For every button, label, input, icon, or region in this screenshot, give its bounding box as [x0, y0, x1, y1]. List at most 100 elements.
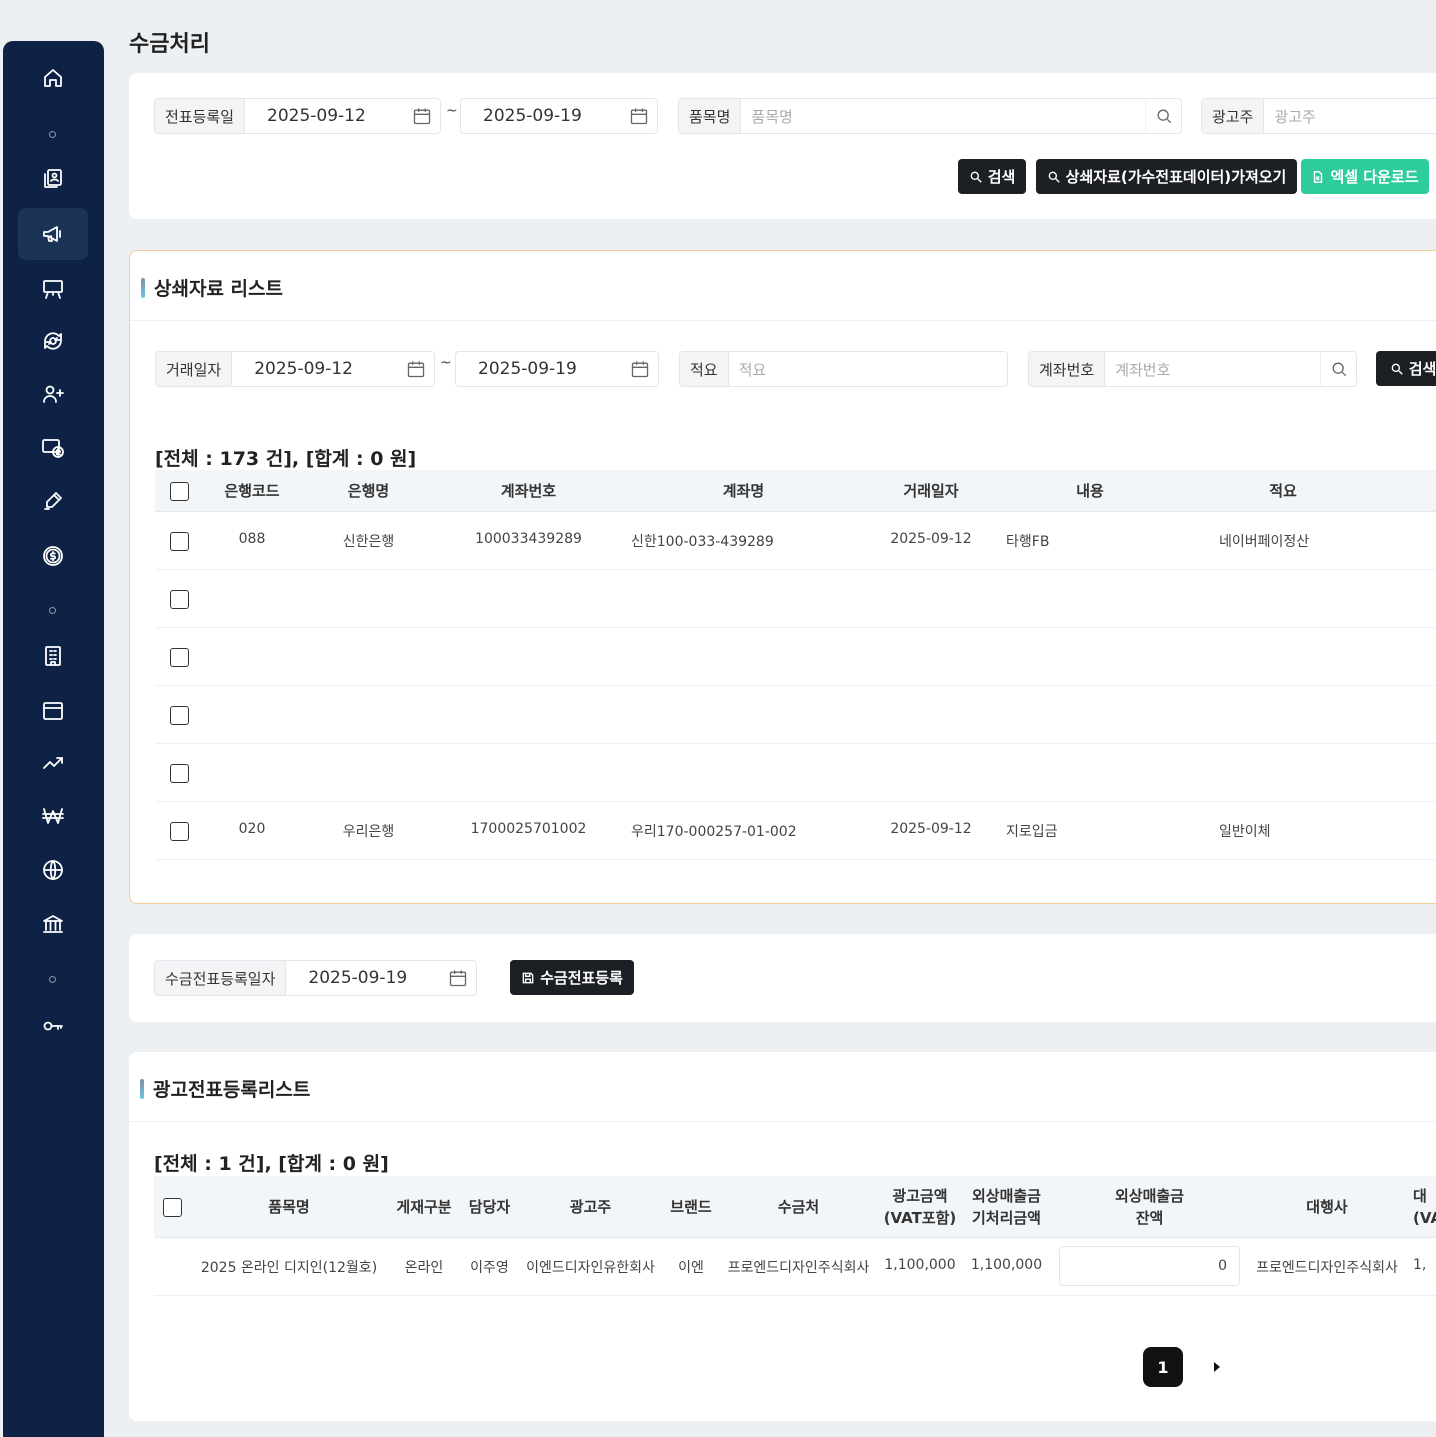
sidebar-item-globe[interactable] [18, 844, 88, 896]
pen-icon [44, 492, 62, 510]
page-title: 수금처리 [129, 32, 210, 57]
calendar-icon[interactable] [621, 99, 657, 133]
sidebar-item-bank[interactable] [18, 898, 88, 950]
file-excel-icon [1314, 170, 1323, 183]
search-icon[interactable] [1320, 352, 1356, 386]
window-icon [43, 702, 63, 720]
register-date-field[interactable]: 수금전표등록일자 2025-09-19 [154, 960, 477, 996]
search-button[interactable]: 검색 [958, 159, 1026, 194]
col-account-name: 계좌명 [722, 481, 765, 500]
easel-icon [43, 280, 63, 299]
calendar-icon[interactable] [440, 961, 476, 995]
balance-input[interactable]: 0 [1059, 1246, 1240, 1286]
cell-account-name: 우리170-000257-01-002 [631, 824, 797, 840]
contacts-icon [44, 169, 62, 188]
import-offset-data-button[interactable]: 상쇄자료(가수전표데이터)가져오기 [1036, 159, 1297, 194]
sidebar-item-contacts[interactable] [18, 153, 88, 205]
home-icon [44, 69, 62, 87]
account-no-field[interactable]: 계좌번호 계좌번호 [1028, 351, 1357, 387]
slip-date-from-value[interactable]: 2025-09-12 [245, 106, 404, 126]
offset-table-header: 은행코드 은행명 계좌번호 계좌명 거래일자 내용 적요 [155, 470, 1436, 512]
cell-item: 2025 온라인 디지인(12월호) [200, 1260, 378, 1276]
register-date-value[interactable]: 2025-09-19 [286, 968, 440, 988]
calendar-icon[interactable] [398, 352, 434, 386]
slip-date-from-field[interactable]: 전표등록일 2025-09-12 [154, 98, 441, 134]
excel-download-button[interactable]: 엑셀 다운로드 [1301, 159, 1429, 194]
sidebar-separator [49, 131, 56, 138]
item-name-field[interactable]: 품목명 품목명 [678, 98, 1182, 134]
row-checkbox[interactable] [170, 706, 189, 725]
trade-date-to-value[interactable]: 2025-09-19 [456, 359, 622, 379]
table-row[interactable]: 020 우리은행 1700025701002 우리170-000257-01-002 2… [155, 802, 1436, 860]
sidebar-item-presentation[interactable] [18, 263, 88, 315]
save-icon [522, 972, 534, 983]
cell-amount: 1,100,000 [884, 1257, 956, 1273]
col-trade-date: 거래일자 [903, 481, 959, 500]
calendar-icon[interactable] [622, 352, 658, 386]
slip-date-to-field[interactable]: 2025-09-19 [460, 98, 658, 134]
cell-content: 지로입금 [1006, 824, 1058, 840]
trade-date-from-field[interactable]: 거래일자 2025-09-12 [155, 351, 435, 387]
table-row[interactable]: 088 신한은행 100033439289 신한100-033-439289 2025-… [155, 512, 1436, 570]
sidebar-item-trend[interactable] [18, 737, 88, 789]
select-all-checkbox[interactable] [170, 482, 189, 501]
item-name-label: 품목명 [679, 99, 742, 133]
row-checkbox[interactable] [170, 764, 189, 783]
sidebar-item-window[interactable] [18, 685, 88, 737]
offset-search-button[interactable]: 검색 [1376, 351, 1436, 386]
cell-date: 2025-09-12 [890, 531, 972, 547]
trade-date-from-value[interactable]: 2025-09-12 [232, 359, 398, 379]
search-icon[interactable] [1145, 99, 1181, 133]
col-advertiser: 광고주 [569, 1197, 612, 1216]
col-agency: 대행사 [1306, 1197, 1348, 1216]
sidebar-item-won[interactable] [18, 790, 88, 842]
memo-field[interactable]: 적요 적요 [679, 351, 1008, 387]
sidebar-item-add-user[interactable] [18, 368, 88, 420]
trade-date-to-field[interactable]: 2025-09-19 [455, 351, 659, 387]
sidebar-item-company[interactable] [18, 630, 88, 682]
memo-label: 적요 [680, 352, 729, 386]
next-page-icon[interactable] [1207, 1356, 1227, 1378]
table-row[interactable] [155, 686, 1436, 744]
select-all-checkbox[interactable] [163, 1198, 182, 1217]
ad-table-header: 품목명 게재구분 담당자 광고주 브랜드 수금처 광고금액 (VAT포함) 외상… [154, 1176, 1436, 1238]
sidebar-separator [49, 976, 56, 983]
table-row[interactable]: 2025 온라인 디지인(12월호) 온라인 이주영 이엔드디자인유한회사 이엔 프로엔드… [154, 1238, 1436, 1296]
table-row[interactable] [155, 628, 1436, 686]
col-partial: 대 (VA [1413, 1186, 1436, 1227]
row-checkbox[interactable] [170, 822, 189, 841]
row-checkbox[interactable] [170, 532, 189, 551]
target-refresh-icon [44, 332, 62, 350]
won-icon [42, 808, 64, 824]
slip-date-to-value[interactable]: 2025-09-19 [461, 106, 621, 126]
item-name-input[interactable]: 품목명 [741, 106, 1145, 127]
advertiser-input[interactable]: 광고주 [1264, 106, 1436, 127]
title-accent-bar [140, 1078, 144, 1099]
register-collection-slip-button[interactable]: 수금전표등록 [510, 960, 634, 995]
cell-bank-code: 088 [238, 531, 266, 547]
row-checkbox[interactable] [170, 590, 189, 609]
account-no-input[interactable]: 계좌번호 [1105, 359, 1320, 380]
row-checkbox[interactable] [170, 648, 189, 667]
col-brand: 브랜드 [670, 1197, 712, 1216]
sidebar-item-advertising[interactable] [18, 208, 88, 260]
bank-icon [43, 915, 63, 933]
table-row[interactable] [155, 570, 1436, 628]
sidebar-item-cycle[interactable] [18, 315, 88, 367]
col-bank-code: 은행코드 [224, 481, 280, 500]
sidebar-item-billing[interactable] [18, 422, 88, 474]
memo-input[interactable]: 적요 [729, 359, 1007, 380]
cell-bank-name: 우리은행 [342, 824, 395, 840]
cell-processed: 1,100,000 [970, 1257, 1043, 1273]
sidebar-item-payment[interactable] [18, 530, 88, 582]
cell-account-no: 1700025701002 [470, 821, 587, 837]
sidebar-item-home[interactable] [18, 52, 88, 104]
page-button-current[interactable]: 1 [1143, 1347, 1183, 1387]
cell-advertiser: 이엔드디자인유한회사 [526, 1260, 655, 1276]
sidebar-item-write[interactable] [18, 475, 88, 527]
table-row[interactable] [155, 744, 1436, 802]
sidebar-item-key[interactable] [18, 1000, 88, 1052]
advertiser-field[interactable]: 광고주 광고주 [1201, 98, 1436, 134]
col-publish-type: 게재구분 [396, 1197, 452, 1216]
calendar-icon[interactable] [404, 99, 440, 133]
